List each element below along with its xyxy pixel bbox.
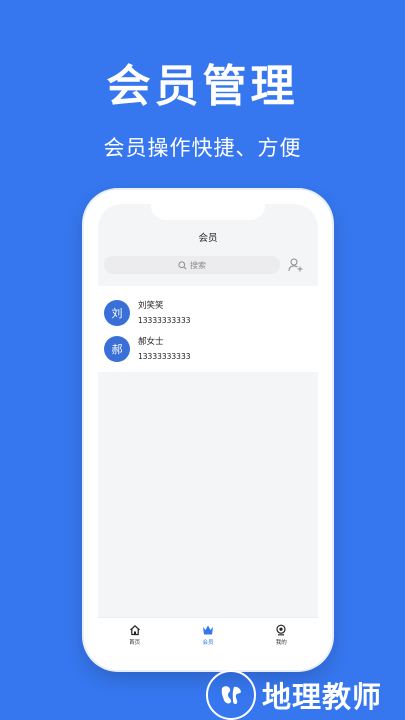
search-placeholder: 搜索 xyxy=(190,260,206,270)
phone-mockup: 会员 搜索 刘 刘笑笑 13333333333 郝 郝女士 1333333333… xyxy=(84,190,332,670)
nav-title: 会员 xyxy=(198,233,218,244)
crown-icon xyxy=(202,625,213,635)
profile-icon xyxy=(276,624,286,636)
member-list: 刘 刘笑笑 13333333333 郝 郝女士 13333333333 xyxy=(98,286,318,372)
member-name: 郝女士 xyxy=(138,336,164,347)
search-icon xyxy=(178,260,187,269)
avatar: 刘 xyxy=(104,300,130,326)
member-list-item[interactable]: 刘 刘笑笑 13333333333 xyxy=(104,298,191,328)
watermark: 地理教师 xyxy=(206,670,382,720)
tab-profile[interactable]: 我的 xyxy=(256,618,306,646)
bottom-tab-bar: 首页 会员 我的 xyxy=(98,617,318,656)
member-phone: 13333333333 xyxy=(138,315,191,325)
tab-home[interactable]: 首页 xyxy=(110,618,160,646)
globe-icon xyxy=(206,670,256,720)
watermark-text: 地理教师 xyxy=(262,680,383,714)
promo-subtitle: 会员操作快捷、方便 xyxy=(103,136,302,160)
member-phone: 13333333333 xyxy=(138,351,191,361)
member-name: 刘笑笑 xyxy=(138,300,164,311)
phone-notch xyxy=(151,204,265,220)
add-user-icon[interactable] xyxy=(288,257,304,273)
tab-home-label: 首页 xyxy=(129,640,141,646)
search-input[interactable]: 搜索 xyxy=(104,256,280,274)
tab-profile-label: 我的 xyxy=(275,640,287,646)
home-icon xyxy=(129,625,140,636)
avatar: 郝 xyxy=(104,336,130,362)
app-screen: 会员 搜索 刘 刘笑笑 13333333333 郝 郝女士 1333333333… xyxy=(98,204,318,656)
member-list-item[interactable]: 郝 郝女士 13333333333 xyxy=(104,334,191,364)
tab-members[interactable]: 会员 xyxy=(183,618,233,646)
tab-members-label: 会员 xyxy=(202,640,214,646)
promo-title: 会员管理 xyxy=(106,61,299,112)
